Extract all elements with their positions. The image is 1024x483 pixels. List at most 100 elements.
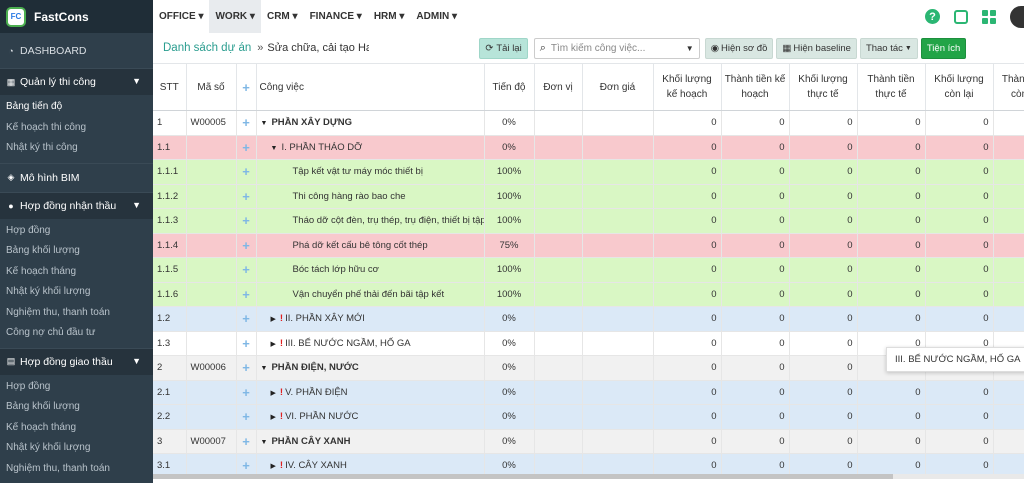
add-child-icon[interactable]: + — [236, 110, 257, 136]
apps-grid-icon[interactable] — [982, 9, 996, 24]
cell-task[interactable]: Tập kết vật tư máy móc thiết bị — [256, 159, 485, 185]
sidebar-item-construction-log[interactable]: Nhật ký thi công — [0, 138, 153, 159]
sidebar-item-contract[interactable]: Hợp đồng — [0, 221, 153, 242]
horizontal-scrollbar[interactable] — [153, 474, 1024, 479]
table-row[interactable]: 1.1.5 + Bóc tách lớp hữu cơ 100% 00 00 0 — [153, 257, 1024, 283]
show-diagram-button[interactable]: ◉ Hiện sơ đồ — [704, 37, 774, 59]
sidebar-group-construction[interactable]: ▦ Quản lý thi công ▼ — [0, 68, 153, 95]
add-child-icon[interactable]: + — [236, 257, 257, 283]
header-code[interactable]: Mã số — [186, 64, 237, 111]
home-icon[interactable] — [954, 9, 968, 24]
add-child-icon[interactable]: + — [236, 380, 257, 405]
cell-task[interactable]: ▶! V. PHẦN ĐIỆN — [256, 380, 485, 405]
avatar[interactable] — [1010, 5, 1024, 28]
menu-hrm[interactable]: HRM ▾ — [368, 0, 411, 33]
header-task[interactable]: Công việc — [256, 64, 485, 111]
menu-admin[interactable]: ADMIN ▾ — [410, 0, 463, 33]
cell-task[interactable]: Vận chuyển phế thải đến bãi tập kết — [256, 282, 485, 307]
table-row[interactable]: 1.1.1 + Tập kết vật tư máy móc thiết bị … — [153, 159, 1024, 185]
add-child-icon[interactable]: + — [236, 159, 257, 185]
sidebar-item-acceptance-payment[interactable]: Nghiệm thu, thanh toán — [0, 459, 153, 480]
add-child-icon[interactable]: + — [236, 184, 257, 209]
cell-task[interactable]: Bóc tách lớp hữu cơ — [256, 257, 485, 283]
header-actual-amount[interactable]: Thành tiền thực tế — [857, 64, 926, 111]
sidebar-item-volume-table[interactable]: Bảng khối lượng — [0, 241, 153, 262]
table-row[interactable]: 1.2 + ▶! II. PHẦN XÂY MỚI 0% 00 00 0 — [153, 306, 1024, 332]
table-row[interactable]: 2.1 + ▶! V. PHẦN ĐIỆN 0% 00 00 0 — [153, 380, 1024, 405]
header-planned-volume[interactable]: Khối lượng kế hoạch — [653, 64, 722, 111]
cell-task[interactable]: Thi công hàng rào bao che — [256, 184, 485, 209]
caret-right-icon[interactable]: ▶ — [271, 390, 276, 397]
add-child-icon[interactable]: + — [236, 135, 257, 160]
add-child-icon[interactable]: + — [236, 282, 257, 307]
add-child-icon[interactable]: + — [236, 404, 257, 430]
search-input[interactable]: ⌕ Tìm kiếm công việc... ▼ — [533, 37, 700, 59]
table-row[interactable]: 1.1.2 + Thi công hàng rào bao che 100% 0… — [153, 184, 1024, 209]
menu-crm[interactable]: CRM ▾ — [261, 0, 304, 33]
scrollbar-thumb[interactable] — [153, 474, 893, 479]
table-row[interactable]: 1.1.3 + Tháo dỡ cột đèn, trụ thép, trụ đ… — [153, 208, 1024, 234]
actions-dropdown[interactable]: Thao tác ▼ — [859, 37, 918, 59]
sidebar-item-investor-debt[interactable]: Công nợ chủ đầu tư — [0, 323, 153, 344]
header-unit-price[interactable]: Đơn giá — [582, 64, 654, 111]
add-child-icon[interactable]: + — [236, 429, 257, 454]
add-row-icon[interactable]: + — [236, 64, 257, 111]
table-row[interactable]: 1.1.6 + Vận chuyển phế thải đến bãi tập … — [153, 282, 1024, 307]
header-unit[interactable]: Đơn vị — [534, 64, 583, 111]
brand[interactable]: FC FastCons — [0, 0, 153, 33]
table-row[interactable]: 3 W00007 + ▼ PHẦN CÂY XANH 0% 00 00 0 — [153, 429, 1024, 454]
menu-finance[interactable]: FINANCE ▾ — [304, 0, 368, 33]
menu-work[interactable]: WORK ▾ — [209, 0, 261, 33]
cell-task[interactable]: ▼ PHẦN ĐIỆN, NƯỚC — [256, 355, 485, 381]
caret-right-icon[interactable]: ▶ — [271, 341, 276, 348]
header-progress[interactable]: Tiến độ — [484, 64, 535, 111]
sidebar-group-subcontract[interactable]: ▤ Hợp đồng giao thầu ▼ — [0, 347, 153, 375]
caret-down-icon[interactable]: ▼ — [271, 145, 278, 152]
utility-button[interactable]: Tiện ích — [920, 37, 967, 59]
sidebar-item-monthly-plan[interactable]: Kế hoạch tháng — [0, 418, 153, 439]
show-baseline-button[interactable]: ▦ Hiện baseline — [776, 37, 857, 59]
add-child-icon[interactable]: + — [236, 331, 257, 356]
header-remaining-amount[interactable]: Thành tiền còn lại — [993, 64, 1024, 111]
sidebar-item-monthly-plan[interactable]: Kế hoạch tháng — [0, 262, 153, 283]
caret-right-icon[interactable]: ▶ — [271, 316, 276, 323]
reload-button[interactable]: ⟳ Tải lại — [479, 37, 528, 59]
cell-task[interactable]: Tháo dỡ cột đèn, trụ thép, trụ điện, thi… — [256, 208, 485, 234]
caret-down-icon[interactable]: ▼ — [261, 365, 268, 372]
cell-task[interactable]: ▼ PHẦN CÂY XANH — [256, 429, 485, 454]
sidebar-item-bim[interactable]: ◈ Mô hình BIM — [0, 162, 153, 192]
table-row[interactable]: 2.2 + ▶! VI. PHẦN NƯỚC 0% 00 00 0 — [153, 404, 1024, 430]
table-row[interactable]: 1 W00005 + ▼ PHẦN XÂY DỰNG 0% 0 0 0 0 0 — [153, 110, 1024, 136]
cell-task[interactable]: ▼ PHẦN XÂY DỰNG — [256, 110, 485, 136]
sidebar-item-construction-plan[interactable]: Kế hoạch thi công — [0, 118, 153, 139]
header-stt[interactable]: STT — [153, 64, 187, 111]
table-row[interactable]: 1.1 + ▼ I. PHẦN THÁO DỠ 0% 0 0 0 0 0 — [153, 135, 1024, 160]
breadcrumb-project-list[interactable]: Danh sách dự án — [163, 42, 251, 54]
header-remaining-volume[interactable]: Khối lượng còn lại — [925, 64, 994, 111]
sidebar-item-contract[interactable]: Hợp đồng — [0, 377, 153, 398]
cell-task[interactable]: ▶! III. BỂ NƯỚC NGẦM, HỐ GA — [256, 331, 485, 356]
cell-task[interactable]: ▶! II. PHẦN XÂY MỚI — [256, 306, 485, 332]
caret-right-icon[interactable]: ▶ — [271, 463, 276, 470]
cell-task[interactable]: ▶! VI. PHẦN NƯỚC — [256, 404, 485, 430]
sidebar-item-volume-log[interactable]: Nhật ký khối lượng — [0, 282, 153, 303]
help-icon[interactable]: ? — [925, 9, 940, 24]
sidebar-item-dashboard[interactable]: ◔ DASHBOARD — [0, 33, 153, 68]
header-actual-volume[interactable]: Khối lượng thực tế — [789, 64, 858, 111]
sidebar-item-schedule[interactable]: Bảng tiến độ — [0, 97, 153, 118]
add-child-icon[interactable]: + — [236, 233, 257, 258]
sidebar-group-receive-contract[interactable]: ● Hợp đồng nhận thầu ▼ — [0, 191, 153, 219]
header-planned-amount[interactable]: Thành tiền kế hoạch — [721, 64, 790, 111]
add-child-icon[interactable]: + — [236, 355, 257, 381]
cell-task[interactable]: ▼ I. PHẦN THÁO DỠ — [256, 135, 485, 160]
add-child-icon[interactable]: + — [236, 306, 257, 332]
sidebar-item-acceptance-payment[interactable]: Nghiệm thu, thanh toán — [0, 303, 153, 324]
caret-down-icon[interactable]: ▼ — [261, 439, 268, 446]
caret-down-icon[interactable]: ▼ — [261, 120, 268, 127]
caret-right-icon[interactable]: ▶ — [271, 414, 276, 421]
table-row[interactable]: 1.1.4 + Phá dỡ kết cấu bê tông cốt thép … — [153, 233, 1024, 258]
sidebar-item-volume-table[interactable]: Bảng khối lượng — [0, 397, 153, 418]
sidebar-item-volume-log[interactable]: Nhật ký khối lượng — [0, 438, 153, 459]
add-child-icon[interactable]: + — [236, 208, 257, 234]
cell-task[interactable]: Phá dỡ kết cấu bê tông cốt thép — [256, 233, 485, 258]
